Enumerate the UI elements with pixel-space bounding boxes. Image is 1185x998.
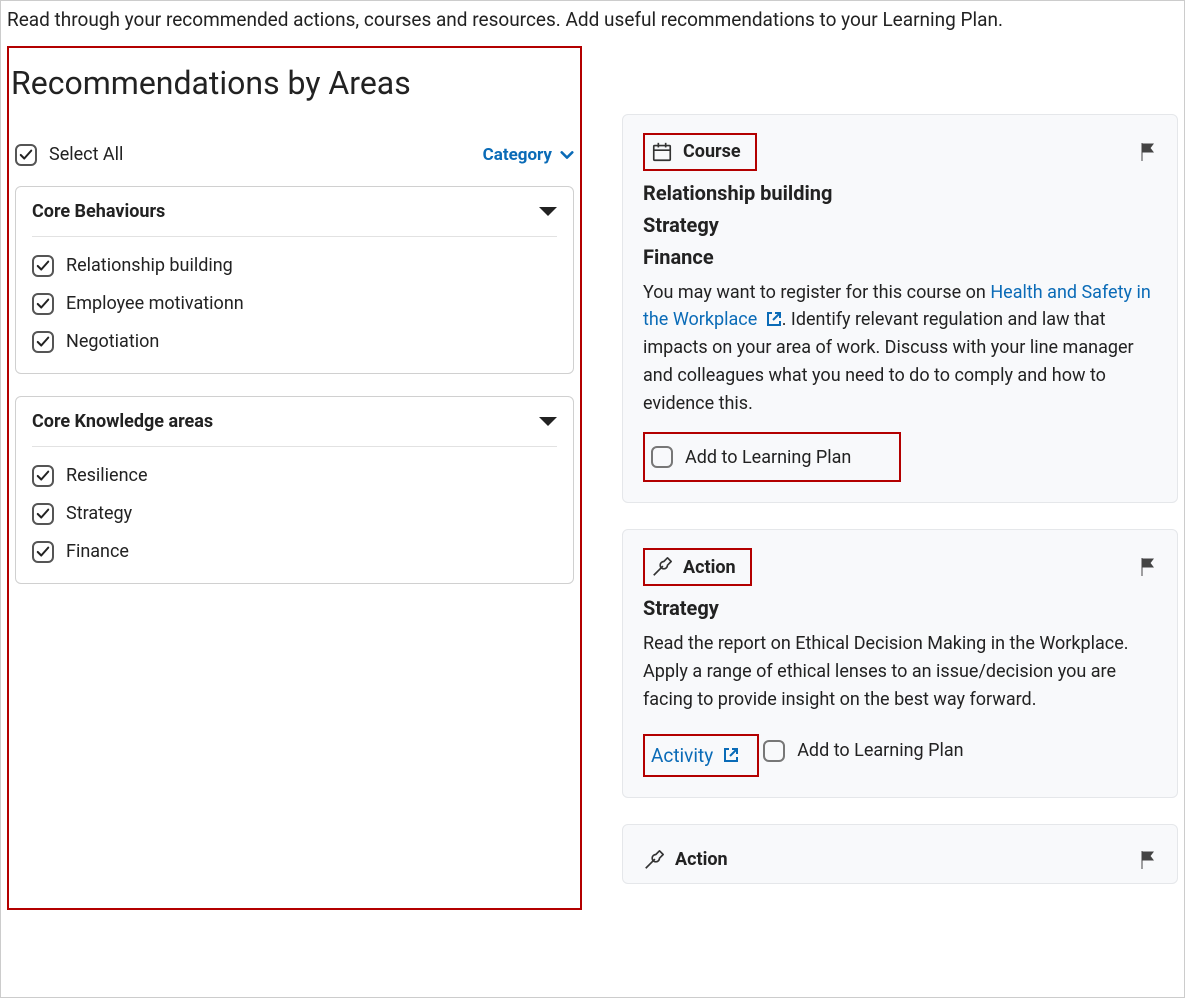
recommendation-card-action: Action	[622, 824, 1178, 884]
checkbox[interactable]	[32, 503, 54, 525]
activity-link-row: Activity	[643, 734, 759, 777]
calendar-icon	[651, 141, 673, 163]
filter-item-label: Relationship building	[66, 255, 233, 276]
checkbox[interactable]	[32, 293, 54, 315]
card-tag: Relationship building	[643, 181, 1157, 205]
caret-down-icon[interactable]	[539, 207, 557, 216]
filter-item[interactable]: Resilience	[32, 457, 557, 495]
intro-text: Read through your recommended actions, c…	[1, 1, 1184, 46]
recommendations-by-areas-panel: Recommendations by Areas Select All Cate…	[7, 46, 582, 910]
filter-item-label: Strategy	[66, 503, 132, 524]
filter-item[interactable]: Strategy	[32, 495, 557, 533]
chevron-down-icon	[560, 148, 574, 162]
card-body: Read the report on Ethical Decision Maki…	[643, 630, 1157, 714]
wrench-icon	[651, 556, 673, 578]
recommendation-card-course: Course Relationship building Strategy Fi…	[622, 114, 1178, 503]
select-all-label: Select All	[49, 144, 123, 165]
filter-item-label: Negotiation	[66, 331, 159, 352]
checkbox[interactable]	[32, 465, 54, 487]
checkbox[interactable]	[32, 255, 54, 277]
flag-icon[interactable]	[1139, 557, 1157, 577]
group-core-behaviours: Core Behaviours Relationship building Em…	[15, 186, 574, 374]
external-link-icon	[766, 311, 782, 327]
add-to-learning-plan[interactable]: Add to Learning Plan	[763, 728, 963, 762]
filter-item[interactable]: Negotiation	[32, 323, 557, 361]
activity-link-text: Activity	[651, 744, 713, 767]
card-type-badge: Course	[643, 133, 757, 171]
caret-down-icon[interactable]	[539, 417, 557, 426]
card-tag: Finance	[643, 245, 1157, 269]
card-body: You may want to register for this course…	[643, 279, 1157, 418]
card-type-label: Action	[683, 557, 736, 578]
flag-icon[interactable]	[1139, 142, 1157, 162]
card-type-badge: Action	[643, 548, 752, 586]
checkbox[interactable]	[32, 331, 54, 353]
group-title: Core Knowledge areas	[32, 411, 213, 432]
add-label: Add to Learning Plan	[797, 740, 963, 761]
group-core-knowledge-areas: Core Knowledge areas Resilience Strategy…	[15, 396, 574, 584]
add-checkbox[interactable]	[651, 446, 673, 468]
card-type-label: Action	[675, 849, 728, 870]
checkbox[interactable]	[32, 541, 54, 563]
body-pre: You may want to register for this course…	[643, 282, 990, 303]
add-checkbox[interactable]	[763, 740, 785, 762]
recommendation-card-action: Action Strategy Read the report on Ethic…	[622, 529, 1178, 798]
add-label: Add to Learning Plan	[685, 447, 851, 468]
add-to-learning-plan[interactable]: Add to Learning Plan	[643, 432, 901, 482]
external-link-icon	[723, 747, 739, 763]
card-type-badge: Action	[643, 843, 742, 877]
areas-title: Recommendations by Areas	[9, 48, 580, 122]
card-type-label: Course	[683, 141, 741, 162]
filter-item-label: Resilience	[66, 465, 148, 486]
card-tag: Strategy	[643, 213, 1157, 237]
category-label: Category	[483, 145, 552, 165]
activity-link[interactable]: Activity	[651, 744, 739, 767]
category-dropdown[interactable]: Category	[483, 145, 574, 165]
filter-item-label: Finance	[66, 541, 129, 562]
select-all-checkbox[interactable]	[15, 144, 37, 166]
flag-icon[interactable]	[1139, 850, 1157, 870]
card-tag: Strategy	[643, 596, 1157, 620]
filter-item[interactable]: Employee motivationn	[32, 285, 557, 323]
wrench-icon	[643, 849, 665, 871]
filter-item[interactable]: Finance	[32, 533, 557, 571]
group-title: Core Behaviours	[32, 201, 165, 222]
filter-item-label: Employee motivationn	[66, 293, 244, 314]
filter-item[interactable]: Relationship building	[32, 247, 557, 285]
